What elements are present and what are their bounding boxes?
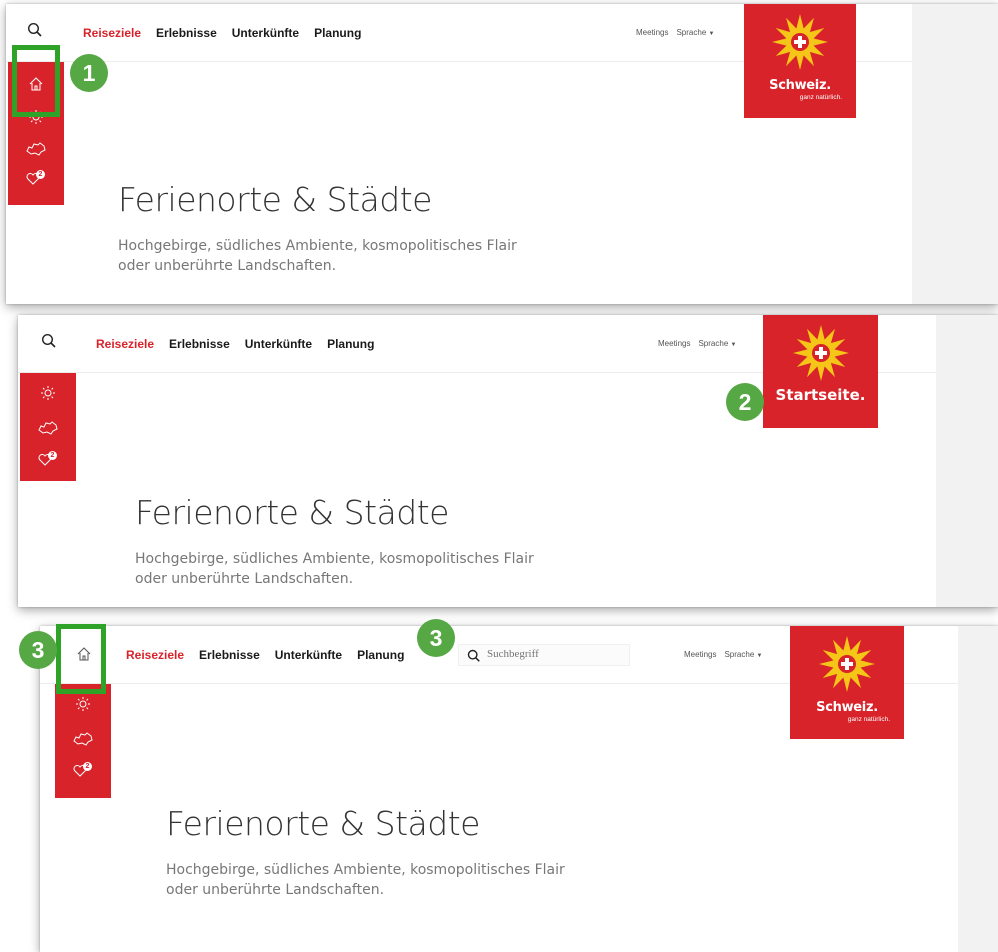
nav-item-unterkuenfte[interactable]: Unterkünfte xyxy=(275,648,342,662)
favorites-button[interactable]: 2 xyxy=(26,170,46,188)
search-button[interactable] xyxy=(41,333,59,351)
nav-item-reiseziele[interactable]: Reiseziele xyxy=(96,337,154,351)
meta-nav: Meetings Sprache ▼ xyxy=(636,28,714,37)
search-field[interactable] xyxy=(458,644,630,666)
meta-nav: Meetings Sprache ▼ xyxy=(684,650,762,659)
logo-home-link[interactable]: Schweiz. ganz natürlich. xyxy=(744,4,856,118)
nav-item-erlebnisse[interactable]: Erlebnisse xyxy=(156,26,217,40)
step-badge-3-search: 3 xyxy=(417,619,455,657)
favorites-count-badge: 2 xyxy=(48,451,57,460)
page-background-strip xyxy=(936,315,998,607)
nav-item-erlebnisse[interactable]: Erlebnisse xyxy=(169,337,230,351)
logo-brand-text: Schweiz. xyxy=(769,78,831,93)
switzerland-map-icon[interactable] xyxy=(38,421,58,435)
chevron-down-icon: ▼ xyxy=(708,31,715,37)
main-nav: Reiseziele Erlebnisse Unterkünfte Planun… xyxy=(96,337,374,351)
switzerland-map-icon[interactable] xyxy=(26,142,46,156)
language-label: Sprache xyxy=(676,28,707,37)
logo-hover-label: Startseite. xyxy=(775,386,866,404)
nav-item-unterkuenfte[interactable]: Unterkünfte xyxy=(245,337,312,351)
page-title: Ferienorte & Städte xyxy=(118,180,432,219)
screenshot-panel-3: Reiseziele Erlebnisse Unterkünfte Planun… xyxy=(40,626,998,952)
swiss-star-logo-icon xyxy=(792,325,849,381)
page-subtitle: Hochgebirge, südliches Ambiente, kosmopo… xyxy=(166,860,565,900)
meetings-link[interactable]: Meetings xyxy=(636,28,668,37)
meetings-link[interactable]: Meetings xyxy=(658,339,690,348)
page-subtitle: Hochgebirge, südliches Ambiente, kosmopo… xyxy=(135,549,534,589)
page-title: Ferienorte & Städte xyxy=(135,493,449,532)
logo-tagline-text: ganz natürlich. xyxy=(847,716,890,723)
main-nav: Reiseziele Erlebnisse Unterkünfte Planun… xyxy=(83,26,361,40)
language-label: Sprache xyxy=(724,650,755,659)
step-badge-3-left: 3 xyxy=(19,631,57,669)
subtitle-line-1: Hochgebirge, südliches Ambiente, kosmopo… xyxy=(166,862,565,878)
page-subtitle: Hochgebirge, südliches Ambiente, kosmopo… xyxy=(118,236,517,276)
switzerland-map-icon[interactable] xyxy=(73,732,93,746)
nav-item-planung[interactable]: Planung xyxy=(357,648,404,662)
language-label: Sprache xyxy=(698,339,729,348)
logo-home-link[interactable]: Schweiz. ganz natürlich. xyxy=(790,626,904,739)
step-badge-2: 2 xyxy=(726,383,764,421)
logo-home-link[interactable]: Startseite. xyxy=(763,315,878,428)
screenshot-panel-2: Reiseziele Erlebnisse Unterkünfte Planun… xyxy=(18,315,998,607)
subtitle-line-1: Hochgebirge, südliches Ambiente, kosmopo… xyxy=(135,551,534,567)
favorites-button[interactable]: 2 xyxy=(73,762,93,780)
highlight-box-home-3 xyxy=(56,624,106,694)
search-input[interactable] xyxy=(487,648,617,660)
swiss-star-logo-icon xyxy=(772,14,828,70)
subtitle-line-2: oder unberührte Landschaften. xyxy=(166,882,385,898)
quick-sidebar: 2 xyxy=(55,684,111,798)
step-badge-1: 1 xyxy=(70,54,108,92)
page-background-strip xyxy=(912,4,998,304)
logo-brand-text: Schweiz. xyxy=(816,700,878,715)
logo-tagline-text: ganz natürlich. xyxy=(799,94,842,101)
sun-icon[interactable] xyxy=(40,385,56,401)
sun-icon[interactable] xyxy=(75,696,91,712)
search-icon xyxy=(467,649,480,662)
search-icon xyxy=(27,22,42,37)
meetings-link[interactable]: Meetings xyxy=(684,650,716,659)
favorites-button[interactable]: 2 xyxy=(38,451,58,469)
subtitle-line-2: oder unberührte Landschaften. xyxy=(118,258,337,274)
quick-sidebar: 2 xyxy=(20,373,76,481)
nav-item-reiseziele[interactable]: Reiseziele xyxy=(83,26,141,40)
chevron-down-icon: ▼ xyxy=(730,342,737,348)
language-selector[interactable]: Sprache ▼ xyxy=(724,650,762,659)
language-selector[interactable]: Sprache ▼ xyxy=(676,28,714,37)
page-background-strip xyxy=(958,626,998,952)
screenshot-panel-1: Reiseziele Erlebnisse Unterkünfte Planun… xyxy=(6,4,998,304)
subtitle-line-1: Hochgebirge, südliches Ambiente, kosmopo… xyxy=(118,238,517,254)
nav-item-erlebnisse[interactable]: Erlebnisse xyxy=(199,648,260,662)
language-selector[interactable]: Sprache ▼ xyxy=(698,339,736,348)
search-icon xyxy=(41,333,56,348)
main-nav: Reiseziele Erlebnisse Unterkünfte Planun… xyxy=(126,648,404,662)
nav-item-planung[interactable]: Planung xyxy=(327,337,374,351)
search-button[interactable] xyxy=(27,22,45,40)
subtitle-line-2: oder unberührte Landschaften. xyxy=(135,571,354,587)
favorites-count-badge: 2 xyxy=(83,762,92,771)
page-title: Ferienorte & Städte xyxy=(166,804,480,843)
nav-item-reiseziele[interactable]: Reiseziele xyxy=(126,648,184,662)
favorites-count-badge: 2 xyxy=(36,170,45,179)
highlight-box-home-1 xyxy=(12,45,60,117)
chevron-down-icon: ▼ xyxy=(756,653,763,659)
swiss-star-logo-icon xyxy=(819,636,875,692)
meta-nav: Meetings Sprache ▼ xyxy=(658,339,736,348)
nav-item-unterkuenfte[interactable]: Unterkünfte xyxy=(232,26,299,40)
nav-item-planung[interactable]: Planung xyxy=(314,26,361,40)
